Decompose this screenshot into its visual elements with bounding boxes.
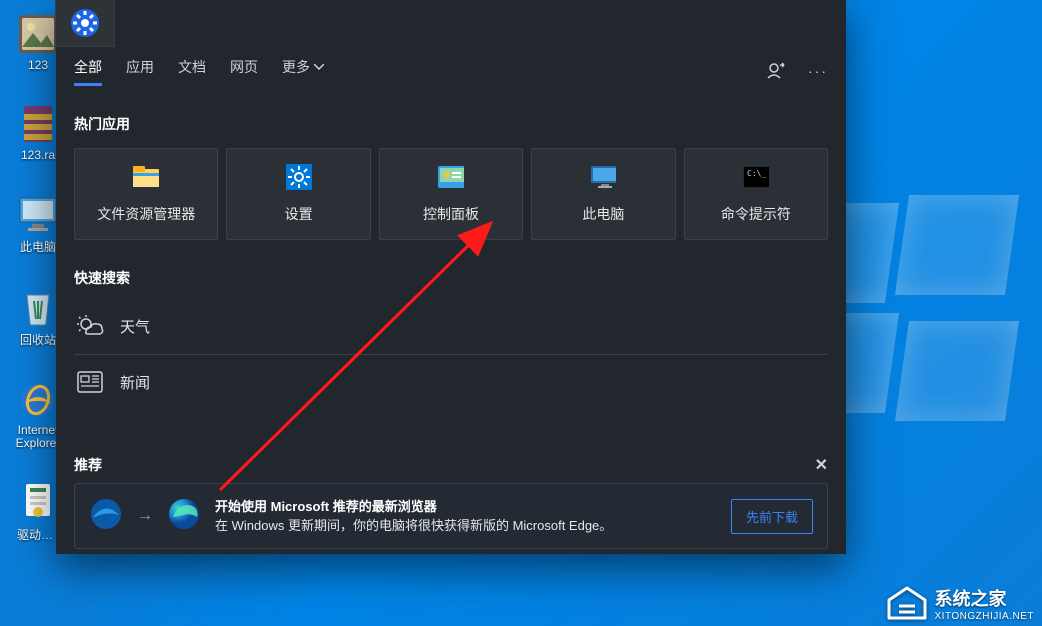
search-panel: 全部 应用 文档 网页 更多 ··· 热门应用 文件资源管理器 设置 (56, 0, 846, 554)
tab-all[interactable]: 全部 (74, 57, 102, 86)
desktop-icon-recycle-bin[interactable]: 回收站 (18, 287, 58, 348)
quick-item-label: 天气 (120, 316, 150, 337)
desktop-icon-this-pc[interactable]: 此电脑 (18, 194, 58, 255)
tile-label: 此电脑 (582, 204, 624, 224)
edge-legacy-icon (89, 497, 123, 536)
settings-icon (286, 164, 312, 190)
desktop-icon-driver[interactable]: 驱动+… (18, 482, 58, 543)
divider (74, 354, 828, 355)
watermark-brand: 系统之家 (935, 585, 1035, 611)
gear-icon (70, 8, 100, 38)
popular-apps-tiles: 文件资源管理器 设置 控制面板 此电脑 C:\_ 命令提示符 (56, 148, 846, 240)
feedback-icon[interactable] (766, 61, 786, 81)
arrow-icon: → (137, 507, 153, 525)
tile-label: 控制面板 (423, 204, 479, 224)
tab-apps[interactable]: 应用 (126, 57, 154, 86)
quick-item-weather[interactable]: 天气 (56, 302, 846, 350)
desktop-icons-column: 123 123.ra 此电脑 回收站 Internet Explorer 驱动+… (18, 14, 58, 575)
chevron-down-icon (314, 64, 324, 70)
recommend-title: 开始使用 Microsoft 推荐的最新浏览器 (215, 497, 612, 517)
download-button[interactable]: 先前下载 (731, 499, 813, 534)
weather-icon (74, 314, 106, 338)
file-explorer-icon (133, 164, 159, 190)
tile-control-panel[interactable]: 控制面板 (379, 148, 523, 240)
tile-label: 命令提示符 (721, 204, 791, 224)
tab-more-label: 更多 (282, 57, 310, 77)
desktop-icon-ie[interactable]: Internet Explorer (18, 380, 58, 450)
tile-label: 设置 (285, 204, 313, 224)
this-pc-icon (590, 164, 616, 190)
news-icon (74, 371, 106, 393)
quick-item-label: 新闻 (120, 372, 150, 393)
tile-this-pc[interactable]: 此电脑 (531, 148, 675, 240)
tab-web[interactable]: 网页 (230, 57, 258, 86)
tile-file-explorer[interactable]: 文件资源管理器 (74, 148, 218, 240)
section-popular-apps: 热门应用 (74, 114, 828, 134)
close-icon[interactable]: ✕ (815, 455, 828, 475)
section-quick-search: 快速搜索 (74, 268, 828, 288)
tab-more[interactable]: 更多 (282, 57, 324, 86)
watermark-url: XITONGZHIJIA.NET (935, 611, 1035, 622)
svg-text:C:\_: C:\_ (747, 169, 766, 178)
tile-cmd[interactable]: C:\_ 命令提示符 (684, 148, 828, 240)
cmd-icon: C:\_ (743, 164, 769, 190)
tile-settings[interactable]: 设置 (226, 148, 370, 240)
watermark: 系统之家 XITONGZHIJIA.NET (885, 584, 1035, 622)
search-app-icon-tab[interactable] (55, 0, 115, 47)
edge-new-icon (167, 497, 201, 536)
recommend-text: 开始使用 Microsoft 推荐的最新浏览器 在 Windows 更新期间，你… (215, 497, 612, 536)
recommend-card: → 开始使用 Microsoft 推荐的最新浏览器 在 Windows 更新期间… (74, 483, 828, 549)
desktop-icon-label: 此电脑 (20, 238, 56, 255)
desktop-icon-label: 驱动+… (17, 526, 59, 543)
recommend-subtitle: 在 Windows 更新期间，你的电脑将很快获得新版的 Microsoft Ed… (215, 516, 612, 536)
desktop-icon-label: 回收站 (20, 331, 56, 348)
watermark-logo-icon (885, 584, 929, 622)
quick-item-news[interactable]: 新闻 (56, 359, 846, 405)
more-options-icon[interactable]: ··· (808, 63, 828, 79)
search-tab-bar: 全部 应用 文档 网页 更多 ··· (56, 56, 846, 86)
section-recommend: 推荐 (74, 455, 102, 475)
tile-label: 文件资源管理器 (97, 204, 195, 224)
desktop-icon-label: Internet Explorer (16, 424, 61, 450)
desktop: 123 123.ra 此电脑 回收站 Internet Explorer 驱动+… (0, 0, 1042, 626)
control-panel-icon (438, 164, 464, 190)
desktop-icon-rar[interactable]: 123.ra (18, 104, 58, 162)
desktop-icon-label: 123 (28, 58, 48, 72)
tab-documents[interactable]: 文档 (178, 57, 206, 86)
desktop-icon-label: 123.ra (21, 148, 55, 162)
desktop-icon-image[interactable]: 123 (18, 14, 58, 72)
